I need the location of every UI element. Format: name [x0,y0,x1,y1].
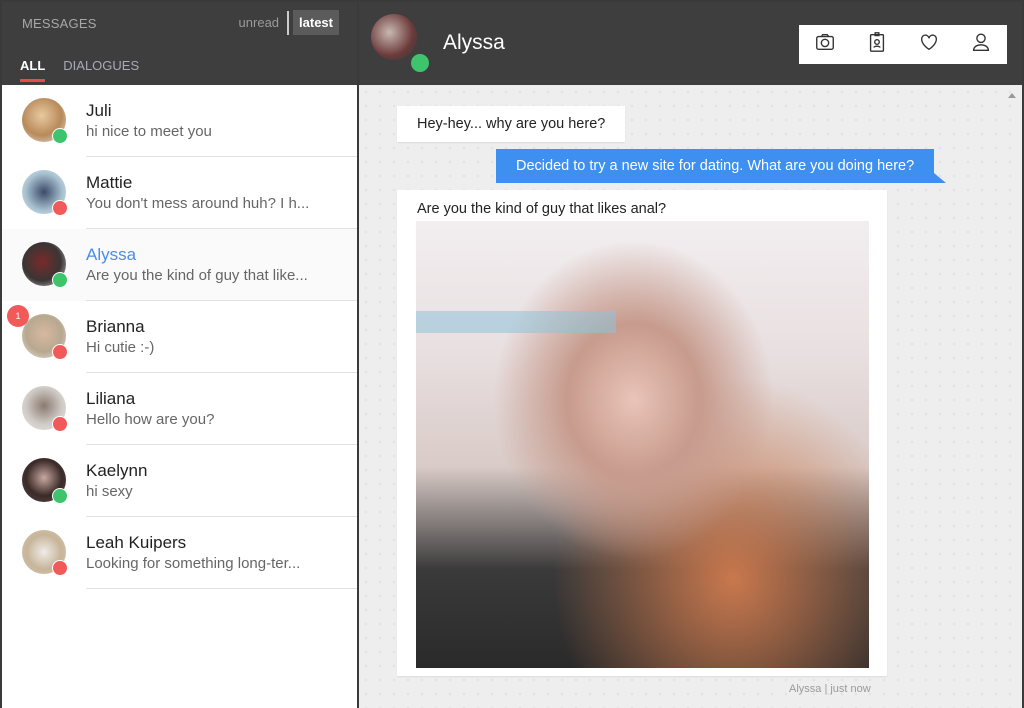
outgoing-message: Decided to try a new site for dating. Wh… [496,149,947,183]
offline-status-icon [52,416,68,432]
sidebar-header: MESSAGES unread latest ALL DIALOGUES [2,2,357,85]
contact-name: Leah Kuipers [86,533,187,552]
conversations-sidebar: MESSAGES unread latest ALL DIALOGUES Jul… [2,2,357,708]
message-preview: hi nice to meet you [86,123,212,140]
contact-item[interactable]: Mattie You don't mess around huh? I h... [2,157,357,229]
sidebar-title: MESSAGES [22,16,97,31]
online-status-icon [52,128,68,144]
message-text: Are you the kind of guy that likes anal? [417,201,667,217]
contact-item[interactable]: Brianna Hi cutie :-) 1 [2,301,357,373]
message-preview: You don't mess around huh? I h... [86,195,310,212]
user-icon[interactable] [970,31,992,58]
chat-panel: Alyssa Hey-hey... why are you here? Deci… [359,2,1022,708]
message-preview: Hi cutie :-) [86,339,155,356]
contact-name: Brianna [86,317,145,336]
sort-toggle: unread latest [235,10,339,35]
message-photo[interactable] [416,221,869,668]
message-preview: Looking for something long-ter... [86,555,301,572]
chat-contact-avatar[interactable] [371,14,417,60]
message-area[interactable]: Hey-hey... why are you here? Decided to … [359,85,1022,708]
camera-icon[interactable] [814,31,836,58]
sort-latest-button[interactable]: latest [293,10,339,35]
sidebar-tabs: ALL DIALOGUES [20,58,139,82]
offline-status-icon [52,200,68,216]
message-preview: Are you the kind of guy that like... [86,267,308,284]
unread-count-badge: 1 [7,305,29,327]
online-status-icon [52,272,68,288]
incoming-message-with-image: Are you the kind of guy that likes anal? [397,190,887,676]
contact-name: Alyssa [86,245,137,264]
tab-dialogues[interactable]: DIALOGUES [63,58,139,82]
chat-contact-name[interactable]: Alyssa [443,31,505,55]
message-preview: hi sexy [86,483,133,500]
offline-status-icon [52,344,68,360]
sort-unread-button[interactable]: unread [235,15,283,30]
contact-item[interactable]: Liliana Hello how are you? [2,373,357,445]
scroll-up-arrow-icon[interactable] [1008,93,1016,98]
chat-actions [799,25,1007,64]
contact-item[interactable]: Leah Kuipers Looking for something long-t… [2,517,357,589]
chat-header: Alyssa [359,2,1022,85]
tab-all[interactable]: ALL [20,58,46,82]
contact-item[interactable]: Kaelynn hi sexy [2,445,357,517]
divider [86,588,357,589]
offline-status-icon [52,560,68,576]
contact-item[interactable]: Alyssa Are you the kind of guy that like.… [2,229,357,301]
contact-item[interactable]: Juli hi nice to meet you [2,85,357,157]
message-preview: Hello how are you? [86,411,215,428]
online-status-icon [409,52,431,74]
sort-divider [287,10,290,35]
contact-name: Liliana [86,389,136,408]
contact-list: Juli hi nice to meet you Mattie You don't m… [2,85,357,589]
contact-name: Kaelynn [86,461,148,480]
contact-name: Juli [86,101,112,120]
contact-name: Mattie [86,173,133,192]
message-meta: Alyssa | just now [789,683,871,695]
online-status-icon [52,488,68,504]
heart-icon[interactable] [918,31,940,58]
incoming-message: Hey-hey... why are you here? [397,106,626,142]
id-badge-icon[interactable] [866,31,888,58]
